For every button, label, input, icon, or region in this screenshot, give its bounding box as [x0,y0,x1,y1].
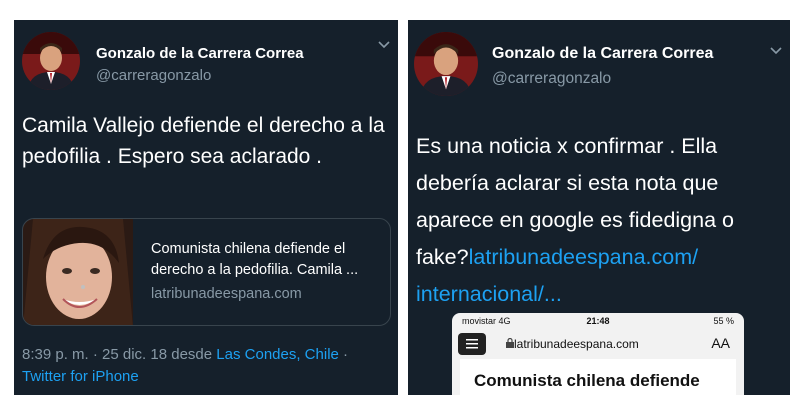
embedded-phone-screenshot: movistar 4G 21:48 55 % latribunadeespana… [452,313,744,395]
author-name[interactable]: Gonzalo de la Carrera Correa [492,45,713,63]
chevron-down-icon[interactable] [378,40,390,50]
author-name[interactable]: Gonzalo de la Carrera Correa [96,45,304,62]
battery-level: 55 % [713,316,734,326]
url-bar: latribunadeespana.com [514,337,639,351]
author-handle[interactable]: @carreragonzalo [96,67,211,84]
avatar[interactable] [22,32,80,90]
tweet-timestamp[interactable]: 8:39 p. m. · 25 dic. 18 desde [22,346,216,363]
article-page: Comunista chilena defiende [460,359,736,395]
avatar[interactable] [414,32,478,96]
tweet-meta: 8:39 p. m. · 25 dic. 18 desde Las Condes… [22,344,392,388]
meta-separator: · [338,346,349,363]
status-bar: movistar 4G 21:48 55 % [452,313,744,329]
chevron-down-icon[interactable] [770,46,782,56]
tweet-screenshot-left: Gonzalo de la Carrera Correa @carreragon… [14,20,398,395]
card-title: Comunista chilena defiende el derecho a … [151,241,359,278]
author-handle[interactable]: @carreragonzalo [492,70,611,88]
tweet-text: Camila Vallejo defiende el derecho a la … [22,114,385,168]
article-title: Comunista chilena defiende [474,371,700,390]
location-link[interactable]: Las Condes, Chile [216,346,339,363]
card-domain: latribunadeespana.com [151,286,302,302]
tweet-screenshot-right: Gonzalo de la Carrera Correa @carreragon… [408,20,790,395]
lock-icon [506,338,514,348]
client-link[interactable]: Twitter for iPhone [22,368,139,385]
tabs-icon [458,333,486,355]
card-image [23,219,133,325]
link-card[interactable]: Comunista chilena defiende el derecho a … [22,218,391,326]
clock: 21:48 [586,316,610,326]
tweet-text: Es una noticia x confirmar . Ella deberí… [416,128,786,313]
text-size-button: AA [711,335,730,351]
